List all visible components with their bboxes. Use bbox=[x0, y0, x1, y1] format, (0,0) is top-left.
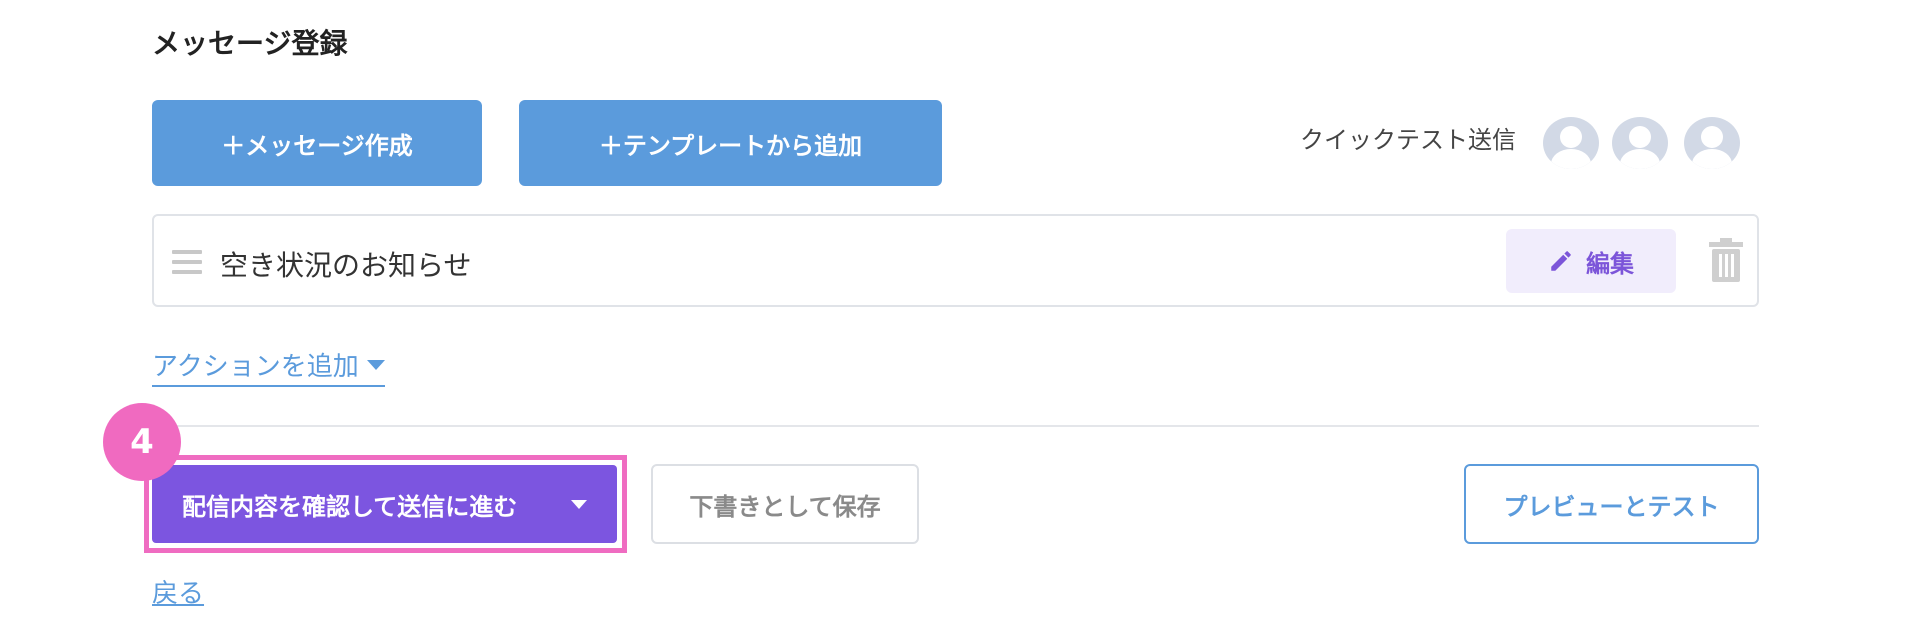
back-link[interactable]: 戻る bbox=[152, 573, 204, 610]
edit-button[interactable]: 編集 bbox=[1506, 229, 1676, 293]
quick-test-avatar-3[interactable] bbox=[1684, 117, 1740, 169]
page-title: メッセージ登録 bbox=[152, 27, 348, 60]
add-action-label: アクションを追加 bbox=[152, 352, 359, 382]
preview-and-test-button[interactable]: プレビューとテスト bbox=[1464, 464, 1759, 544]
add-from-template-button[interactable]: ＋テンプレートから追加 bbox=[519, 100, 942, 186]
drag-handle-icon[interactable] bbox=[172, 250, 202, 274]
quick-test-avatar-1[interactable] bbox=[1543, 117, 1599, 169]
confirm-and-send-button[interactable]: 配信内容を確認して送信に進む bbox=[152, 465, 617, 543]
message-row: 空き状況のお知らせ 編集 bbox=[152, 214, 1759, 307]
pencil-icon bbox=[1551, 251, 1571, 271]
divider bbox=[152, 425, 1759, 427]
message-title: 空き状況のお知らせ bbox=[220, 249, 472, 282]
quick-test-label: クイックテスト送信 bbox=[1300, 126, 1516, 154]
quick-test-avatar-2[interactable] bbox=[1612, 117, 1668, 169]
save-draft-button[interactable]: 下書きとして保存 bbox=[651, 464, 919, 544]
trash-icon[interactable] bbox=[1709, 238, 1743, 282]
create-message-button[interactable]: ＋メッセージ作成 bbox=[152, 100, 482, 186]
confirm-and-send-label: 配信内容を確認して送信に進む bbox=[182, 492, 518, 521]
edit-label: 編集 bbox=[1586, 249, 1634, 278]
step-badge: 4 bbox=[103, 403, 181, 481]
add-action-link[interactable]: アクションを追加 bbox=[152, 346, 385, 387]
caret-down-icon bbox=[366, 359, 385, 370]
caret-down-icon[interactable] bbox=[571, 499, 587, 509]
